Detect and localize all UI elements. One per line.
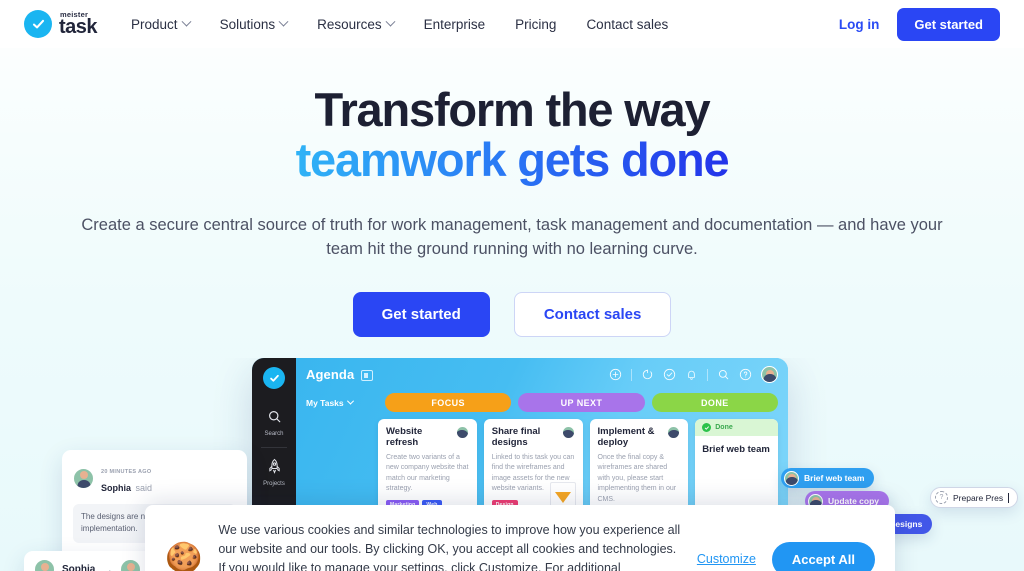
task-assignee-avatar[interactable] [561, 426, 575, 439]
rocket-icon [268, 458, 280, 474]
new-task-input-value: Prepare Pres [953, 492, 1004, 503]
user-avatar[interactable] [761, 366, 778, 383]
app-logo-icon [263, 367, 285, 389]
task-card-title: Brief web team [702, 444, 770, 455]
search-icon [268, 411, 280, 423]
chevron-down-icon [181, 16, 192, 27]
pill-avatar [784, 470, 799, 486]
nav-item-resources[interactable]: Resources [317, 16, 396, 32]
task-pill-label: Brief web team [804, 473, 865, 483]
dashed-circle-icon: ? [935, 491, 948, 504]
chevron-down-icon [385, 16, 396, 27]
comment-author: Sophia [101, 483, 132, 493]
cookie-consent-banner: 🍪 We use various cookies and similar tec… [145, 505, 895, 571]
nav-item-product[interactable]: Product [131, 16, 192, 32]
my-tasks-filter[interactable]: My Tasks [306, 398, 378, 408]
nav-item-resources-label: Resources [317, 16, 382, 32]
nav-item-solutions-label: Solutions [219, 16, 276, 32]
logo-task-text: task [59, 16, 98, 39]
arrow-right-icon: → [102, 563, 114, 571]
sidebar-item-projects[interactable]: Projects [252, 458, 296, 487]
hero-section: Transform the way teamwork gets done Cre… [0, 48, 1024, 338]
text-cursor [1008, 492, 1010, 503]
header-divider [631, 368, 632, 381]
logo[interactable]: meister task [24, 10, 98, 39]
get-started-button-hero[interactable]: Get started [352, 292, 490, 338]
search-icon[interactable] [717, 368, 730, 381]
check-circle-icon[interactable] [663, 368, 676, 381]
cookie-text-body: We use various cookies and similar techn… [218, 523, 681, 571]
sidebar-item-search-label: Search [264, 431, 284, 437]
cookie-icon: 🍪 [165, 542, 203, 571]
comment-said-label: said [135, 483, 152, 493]
app-header: Agenda [296, 358, 788, 391]
app-header-icons [609, 366, 778, 383]
sidebar-divider [261, 447, 287, 448]
top-navigation-bar: meister task Product Solutions Resources… [0, 0, 1024, 48]
cookie-banner-actions: Customize Accept All [697, 541, 875, 571]
comment-author-avatar [73, 467, 94, 489]
task-pill-brief-web-team[interactable]: Brief web team [781, 468, 875, 488]
plus-circle-icon[interactable] [609, 368, 622, 381]
task-card-description: Once the final copy & wireframes are sha… [597, 453, 677, 503]
task-assignee-avatar[interactable] [667, 426, 681, 439]
nav-links: Product Solutions Resources Enterprise P… [131, 16, 668, 32]
contact-sales-button-hero[interactable]: Contact sales [513, 292, 672, 338]
comment-timestamp: 20 MINUTES AGO [101, 469, 152, 475]
task-card-title: Implement & deploy [597, 426, 655, 449]
assignment-from-avatar [34, 559, 55, 571]
sidebar-item-projects-label: Projects [263, 481, 285, 487]
chevron-down-icon [346, 397, 354, 405]
new-task-input[interactable]: ? Prepare Pres [930, 487, 1019, 508]
accept-all-button[interactable]: Accept All [771, 541, 875, 571]
column-header-up-next[interactable]: UP NEXT [518, 393, 645, 412]
task-card-title: Share final designs [491, 426, 541, 449]
task-card-title: Website refresh [386, 426, 423, 449]
status-badge: Done [695, 419, 778, 436]
task-assignee-avatar[interactable] [455, 426, 469, 439]
my-tasks-filter-label: My Tasks [306, 397, 344, 408]
nav-item-solutions[interactable]: Solutions [219, 16, 289, 32]
header-divider [707, 368, 708, 381]
check-circle-icon [24, 10, 52, 38]
sidebar-item-search[interactable]: Search [252, 409, 296, 437]
hero-subtitle: Create a secure central source of truth … [81, 215, 943, 259]
nav-item-product-label: Product [131, 16, 178, 32]
chevron-down-icon [278, 16, 289, 27]
hero-title-line1: Transform the way [314, 83, 711, 136]
check-icon [702, 423, 712, 432]
get-started-button-nav[interactable]: Get started [897, 7, 1000, 41]
hero-title-line2: teamwork gets done [295, 132, 730, 186]
assignment-to-avatar [120, 559, 142, 571]
help-circle-icon[interactable] [739, 368, 752, 381]
nav-right-actions: Log in Get started [839, 7, 1000, 41]
customize-link[interactable]: Customize [697, 552, 756, 566]
app-title: Agenda [306, 367, 355, 382]
board-toggle-icon[interactable] [361, 370, 374, 381]
page-title: Transform the way teamwork gets done [0, 85, 1024, 185]
column-header-done[interactable]: DONE [651, 393, 778, 412]
nav-item-enterprise[interactable]: Enterprise [424, 17, 486, 32]
hero-cta-row: Get started Contact sales [0, 292, 1024, 338]
bell-icon[interactable] [685, 368, 698, 381]
task-card-description: Create two variants of a new company web… [386, 453, 469, 493]
nav-item-pricing[interactable]: Pricing [515, 17, 556, 32]
assignment-name: Sophia [62, 564, 96, 571]
nav-item-contact-sales[interactable]: Contact sales [586, 17, 668, 32]
login-link[interactable]: Log in [839, 17, 880, 32]
timer-icon[interactable] [641, 368, 654, 381]
board-column-headers: My Tasks FOCUS UP NEXT DONE [296, 391, 788, 412]
column-header-focus[interactable]: FOCUS [385, 393, 512, 412]
cookie-banner-text: We use various cookies and similar techn… [218, 521, 681, 571]
status-badge-label: Done [715, 424, 733, 431]
